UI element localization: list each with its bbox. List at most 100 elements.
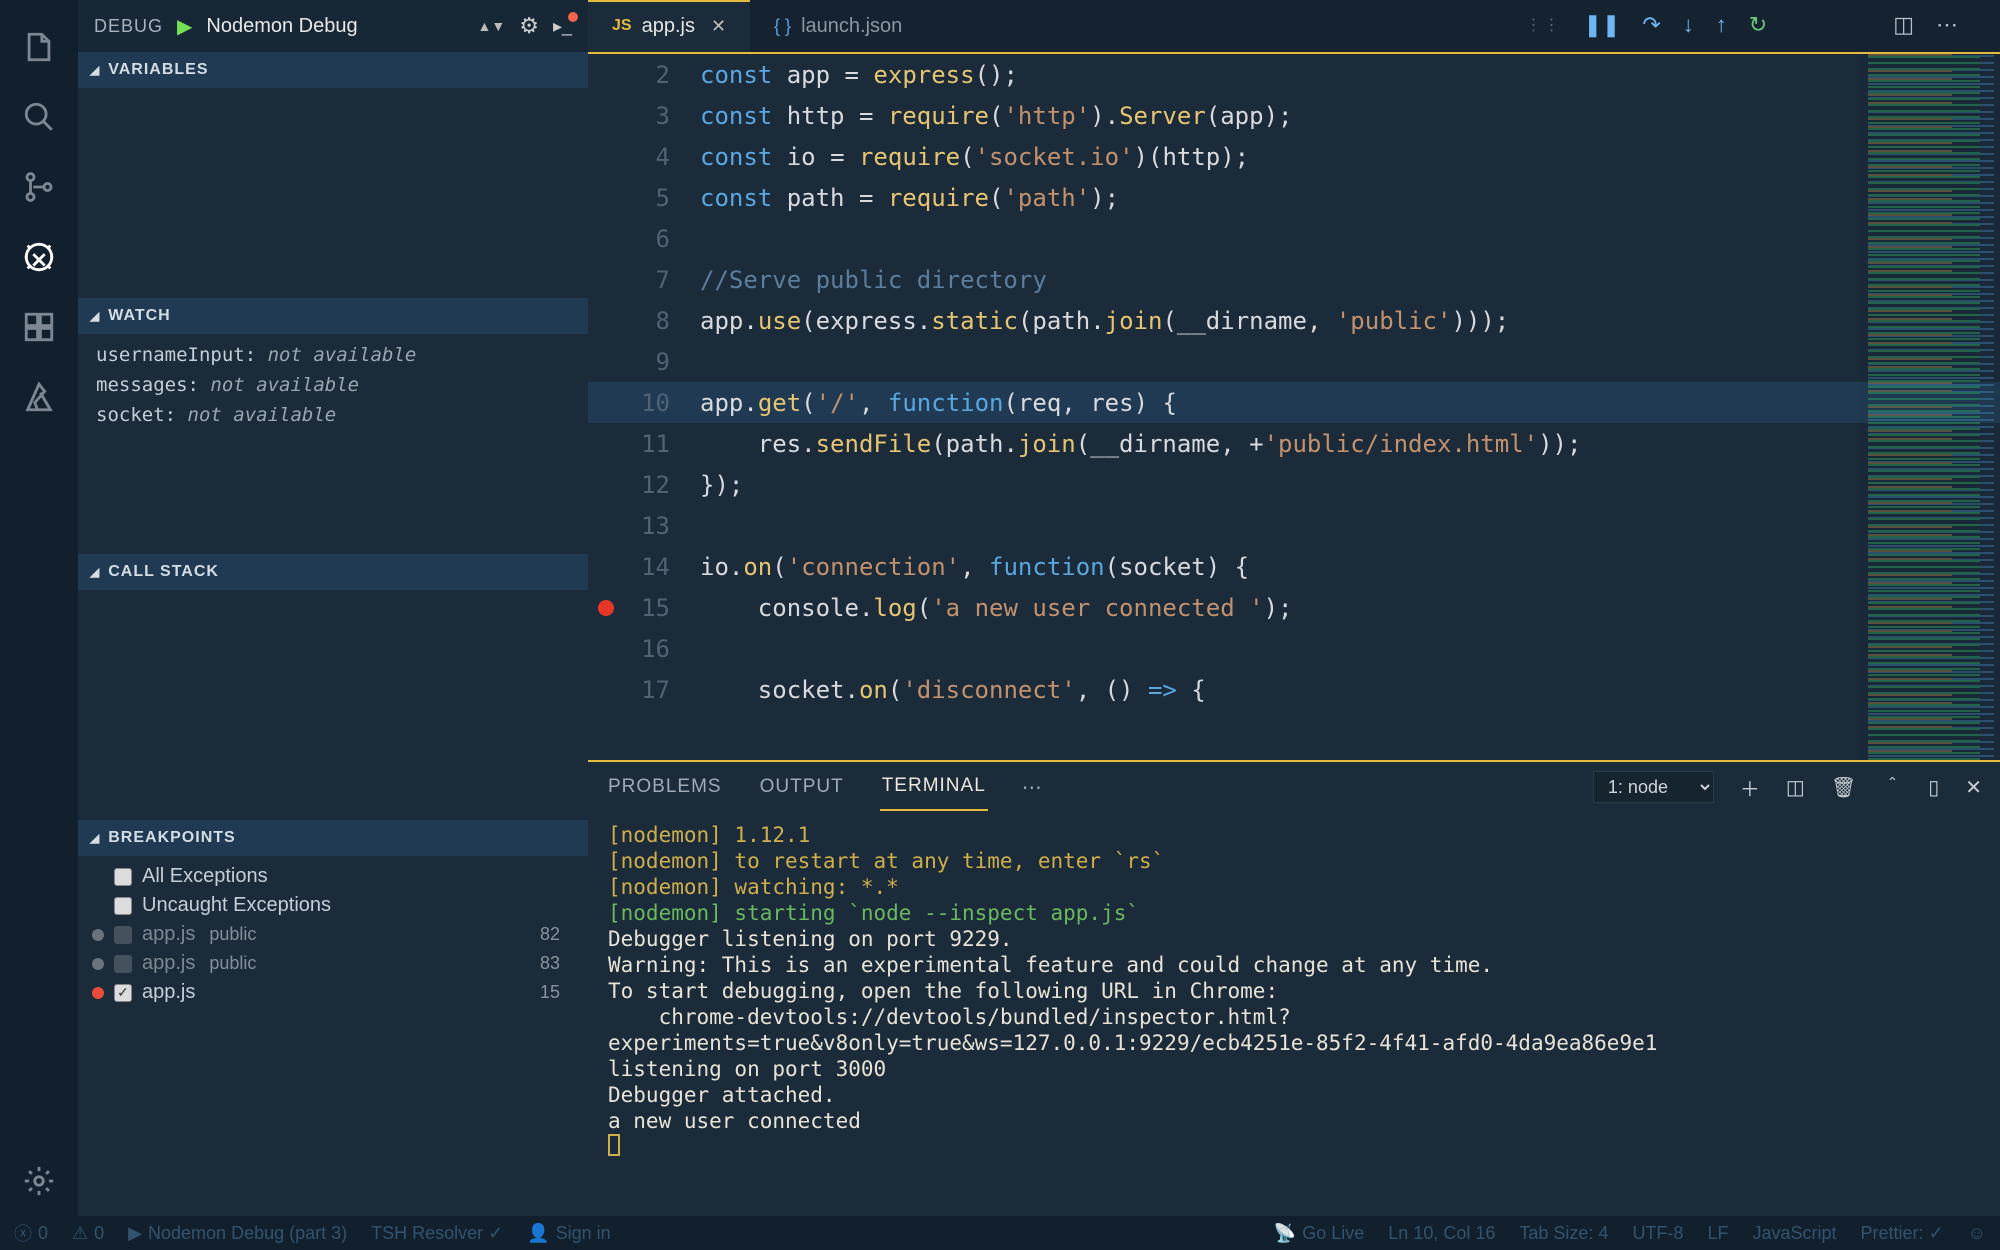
status-errors[interactable]: ⓧ 0 <box>14 1220 48 1246</box>
status-eol[interactable]: LF <box>1707 1223 1728 1244</box>
status-warnings[interactable]: ⚠ 0 <box>72 1223 104 1244</box>
code-line[interactable]: 8 app.use(express.static(path.join(__dir… <box>588 300 2000 341</box>
code-line[interactable]: 2 const app = express(); <box>588 54 2000 95</box>
debug-settings-icon[interactable]: ⚙ <box>519 13 539 39</box>
trash-icon[interactable]: 🗑 <box>1831 775 1856 800</box>
debug-config-name[interactable]: Nodemon Debug <box>206 15 357 38</box>
status-debug[interactable]: ▶ Nodemon Debug (part 3) <box>128 1223 347 1244</box>
split-terminal-icon[interactable]: ◫ <box>1786 775 1805 800</box>
status-tab-size[interactable]: Tab Size: 4 <box>1519 1223 1608 1244</box>
code-line[interactable]: 13 <box>588 505 2000 546</box>
restart-button[interactable]: ↻ <box>1749 12 1767 38</box>
close-tab-icon[interactable]: ✕ <box>711 16 726 37</box>
checkbox-icon[interactable] <box>114 897 132 915</box>
watch-item[interactable]: usernameInput: not available <box>78 340 588 370</box>
code-line[interactable]: 5 const path = require('path'); <box>588 177 2000 218</box>
status-prettier[interactable]: Prettier: ✓ <box>1861 1223 1944 1244</box>
status-resolver[interactable]: TSH Resolver ✓ <box>371 1223 503 1244</box>
checkbox-icon[interactable] <box>114 955 132 973</box>
tab-terminal[interactable]: TERMINAL <box>880 763 988 811</box>
step-into-button[interactable]: ↓ <box>1683 12 1694 38</box>
maximize-panel-icon[interactable]: ＾ <box>1882 773 1902 802</box>
checkbox-icon[interactable] <box>114 868 132 886</box>
toggle-panel-icon[interactable]: ▯ <box>1928 775 1939 800</box>
code-line[interactable]: 4 const io = require('socket.io')(http); <box>588 136 2000 177</box>
minimap[interactable] <box>1860 54 2000 760</box>
code-line[interactable]: 17 socket.on('disconnect', () => { <box>588 669 2000 710</box>
code-text: res.sendFile(path.join(__dirname, +'publ… <box>688 430 2000 458</box>
close-panel-icon[interactable]: ✕ <box>1965 775 1982 800</box>
extensions-icon[interactable] <box>0 292 78 362</box>
status-bar: ⓧ 0 ⚠ 0 ▶ Nodemon Debug (part 3) TSH Res… <box>0 1216 2000 1250</box>
tab-launch-json[interactable]: { } launch.json <box>750 0 926 52</box>
code-line[interactable]: 7 //Serve public directory <box>588 259 2000 300</box>
debug-console-icon[interactable]: ▸_ <box>553 16 572 37</box>
status-encoding[interactable]: UTF-8 <box>1632 1223 1683 1244</box>
panel-more-icon[interactable]: ⋯ <box>1022 775 1042 800</box>
explorer-icon[interactable] <box>0 12 78 82</box>
drag-handle-icon[interactable]: ⋮⋮ <box>1525 15 1561 35</box>
watch-section-header[interactable]: ◢ WATCH <box>78 298 588 334</box>
callstack-section-header[interactable]: ◢ CALL STACK <box>78 554 588 590</box>
checkbox-icon[interactable] <box>114 926 132 944</box>
status-golive[interactable]: 📡 Go Live <box>1274 1223 1364 1244</box>
debug-icon[interactable] <box>0 222 78 292</box>
step-out-button[interactable]: ↑ <box>1716 12 1727 38</box>
watch-item[interactable]: socket: not available <box>78 400 588 430</box>
code-line[interactable]: 10 app.get('/', function(req, res) { <box>588 382 2000 423</box>
gutter-breakpoint[interactable] <box>588 600 624 616</box>
feedback-icon[interactable]: ☺ <box>1968 1223 1986 1244</box>
more-actions-icon[interactable]: ⋯ <box>1936 12 1958 38</box>
watch-title: WATCH <box>108 307 170 325</box>
code-text: socket.on('disconnect', () => { <box>688 676 2000 704</box>
editor-area: JS app.js ✕ { } launch.json ⋮⋮ ❚❚ ↷ ↓ ↑ … <box>588 0 2000 1216</box>
code-line[interactable]: 11 res.sendFile(path.join(__dirname, +'p… <box>588 423 2000 464</box>
terminal-line: To start debugging, open the following U… <box>608 978 1980 1004</box>
bp-all-exceptions[interactable]: All Exceptions <box>78 862 588 891</box>
status-language[interactable]: JavaScript <box>1752 1223 1836 1244</box>
source-control-icon[interactable] <box>0 152 78 222</box>
watch-item[interactable]: messages: not available <box>78 370 588 400</box>
status-cursor-pos[interactable]: Ln 10, Col 16 <box>1388 1223 1495 1244</box>
bp-line-number: 15 <box>540 982 574 1003</box>
tab-label: launch.json <box>801 15 902 38</box>
new-terminal-icon[interactable]: ＋ <box>1740 773 1760 802</box>
status-signin[interactable]: 👤 Sign in <box>527 1223 610 1244</box>
step-over-button[interactable]: ↷ <box>1642 12 1660 38</box>
breakpoint-item[interactable]: app.js public 83 <box>78 949 588 978</box>
code-text: app.get('/', function(req, res) { <box>688 389 2000 417</box>
azure-icon[interactable] <box>0 362 78 432</box>
tab-problems[interactable]: PROBLEMS <box>606 764 724 810</box>
tab-output[interactable]: OUTPUT <box>758 764 846 810</box>
twisty-icon: ◢ <box>90 309 100 323</box>
panel-tab-bar: PROBLEMS OUTPUT TERMINAL ⋯ 1: node ＋ ◫ 🗑… <box>588 762 2000 812</box>
code-line[interactable]: 12 }); <box>588 464 2000 505</box>
terminal-output[interactable]: [nodemon] 1.12.1[nodemon] to restart at … <box>588 812 2000 1216</box>
code-line[interactable]: 6 <box>588 218 2000 259</box>
pause-button[interactable]: ❚❚ <box>1583 12 1620 38</box>
code-line[interactable]: 9 <box>588 341 2000 382</box>
code-line[interactable]: 16 <box>588 628 2000 669</box>
js-file-icon: JS <box>612 17 632 35</box>
code-editor[interactable]: 2 const app = express(); 3 const http = … <box>588 52 2000 760</box>
split-editor-icon[interactable]: ◫ <box>1893 12 1914 38</box>
start-debug-button[interactable]: ▶ <box>177 14 192 39</box>
tab-app-js[interactable]: JS app.js ✕ <box>588 0 750 52</box>
breakpoints-section-header[interactable]: ◢ BREAKPOINTS <box>78 820 588 856</box>
code-line[interactable]: 3 const http = require('http').Server(ap… <box>588 95 2000 136</box>
config-dropdown-icon[interactable]: ▲▼ <box>478 18 506 34</box>
bp-uncaught-exceptions[interactable]: Uncaught Exceptions <box>78 891 588 920</box>
variables-section-header[interactable]: ◢ VARIABLES <box>78 52 588 88</box>
terminal-line: listening on port 3000 <box>608 1056 1980 1082</box>
checkbox-icon[interactable]: ✓ <box>114 984 132 1002</box>
code-line[interactable]: 14 io.on('connection', function(socket) … <box>588 546 2000 587</box>
search-icon[interactable] <box>0 82 78 152</box>
code-line[interactable]: 15 console.log('a new user connected '); <box>588 587 2000 628</box>
bp-line-number: 83 <box>540 953 574 974</box>
terminal-selector[interactable]: 1: node <box>1593 771 1714 803</box>
breakpoint-item[interactable]: ✓ app.js 15 <box>78 978 588 1007</box>
bp-label: Uncaught Exceptions <box>142 894 331 917</box>
settings-gear-icon[interactable] <box>0 1146 78 1216</box>
breakpoint-item[interactable]: app.js public 82 <box>78 920 588 949</box>
twisty-icon: ◢ <box>90 63 100 77</box>
